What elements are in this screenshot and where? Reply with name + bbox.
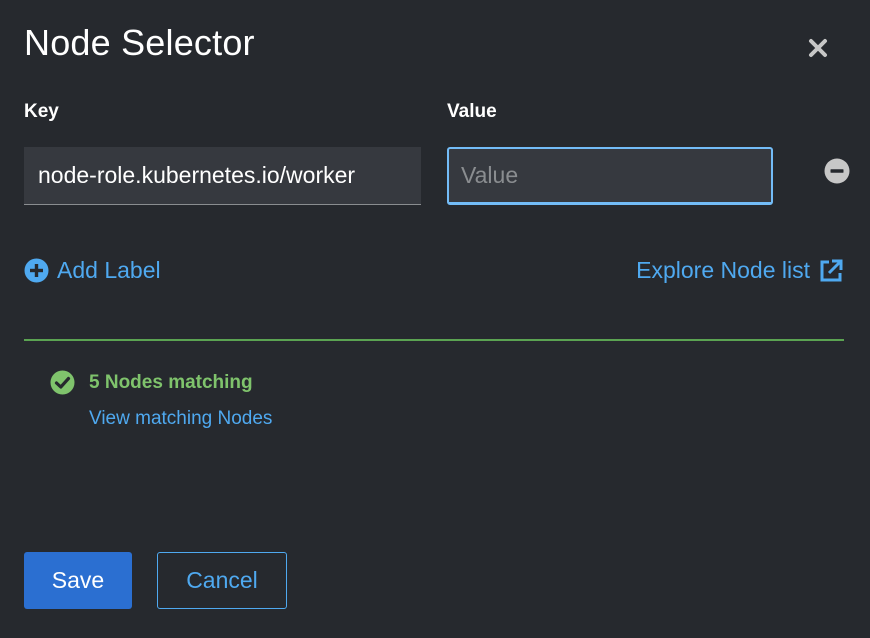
add-label-text: Add Label [57,257,161,283]
match-status-text: 5 Nodes matching [89,371,253,393]
check-circle-icon [50,370,75,395]
close-button[interactable] [804,34,832,62]
explore-node-list-text: Explore Node list [636,257,810,283]
explore-node-list-link[interactable]: Explore Node list [636,257,844,284]
remove-row-button[interactable] [824,158,850,184]
key-input[interactable] [24,147,421,205]
save-button[interactable]: Save [24,552,132,609]
add-label-button[interactable]: Add Label [24,257,161,284]
minus-circle-icon [824,158,850,184]
key-label: Key [24,101,59,122]
match-divider [24,339,844,341]
plus-circle-icon [24,258,49,283]
view-matching-nodes-link[interactable]: View matching Nodes [89,408,272,430]
dialog-title: Node Selector [24,22,255,63]
cancel-button[interactable]: Cancel [157,552,287,609]
match-status: 5 Nodes matching [50,370,253,395]
external-link-icon [820,259,843,281]
value-input[interactable] [447,147,773,205]
value-label: Value [447,101,497,122]
close-icon [809,39,827,57]
